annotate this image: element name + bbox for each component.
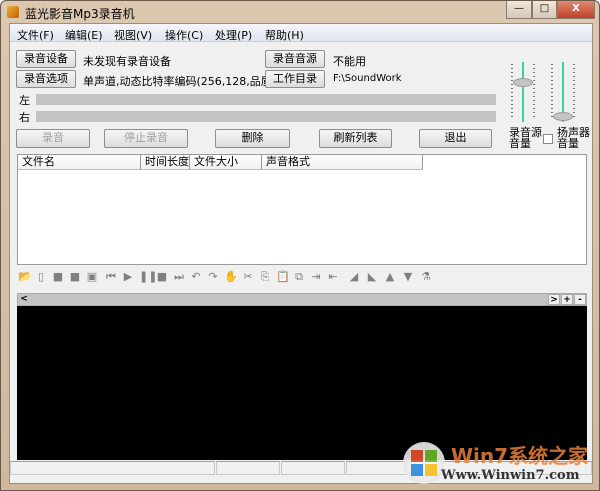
exit-button[interactable]: 退出 bbox=[419, 129, 492, 148]
status-panel bbox=[216, 461, 280, 475]
menu-help[interactable]: 帮助(H) bbox=[265, 27, 304, 43]
volume-down-icon[interactable]: ▼ bbox=[402, 271, 414, 283]
title-bar: 蓝光影音Mp3录音机 — □ X bbox=[1, 1, 599, 23]
export-icon[interactable]: ▣ bbox=[86, 271, 98, 283]
label-line: 音量 bbox=[557, 137, 579, 150]
speaker-volume-label: 扬声器 音量 bbox=[557, 127, 590, 149]
status-panel bbox=[281, 461, 345, 475]
volume-up-icon[interactable]: ▲ bbox=[384, 271, 396, 283]
device-status: 未发现有录音设备 bbox=[83, 55, 171, 68]
waveform-view[interactable] bbox=[17, 306, 587, 460]
column-header-filename[interactable]: 文件名 bbox=[18, 155, 141, 170]
work-dir-path: F:\SoundWork bbox=[333, 73, 402, 84]
paste-icon[interactable]: 📋 bbox=[276, 271, 290, 283]
source-volume-slider[interactable] bbox=[508, 62, 538, 124]
record-device-button[interactable]: 录音设备 bbox=[16, 50, 76, 68]
copy-icon[interactable]: ⎘ bbox=[259, 271, 271, 283]
zoom-out-button[interactable]: - bbox=[574, 294, 586, 305]
column-header-size[interactable]: 文件大小 bbox=[190, 155, 262, 170]
watermark-title: Win7系统之家 bbox=[451, 444, 589, 468]
work-dir-button[interactable]: 工作目录 bbox=[265, 70, 325, 88]
slider-ticks bbox=[511, 64, 513, 120]
file-list[interactable]: 文件名 时间长度 文件大小 声音格式 bbox=[17, 154, 587, 265]
record-button[interactable]: 录音 bbox=[16, 129, 90, 148]
right-channel-label: 右 bbox=[19, 111, 30, 124]
speaker-volume-slider[interactable] bbox=[548, 62, 578, 124]
left-channel-label: 左 bbox=[19, 94, 30, 107]
speaker-checkbox[interactable] bbox=[543, 134, 553, 144]
right-level-meter bbox=[36, 111, 496, 122]
menu-operate[interactable]: 操作(C) bbox=[165, 27, 203, 43]
scroll-right-button[interactable]: > bbox=[548, 294, 560, 305]
redo-icon[interactable]: ↷ bbox=[207, 271, 219, 283]
refresh-list-button[interactable]: 刷新列表 bbox=[319, 129, 392, 148]
delete-button[interactable]: 删除 bbox=[215, 129, 290, 148]
record-source-button[interactable]: 录音音源 bbox=[265, 50, 325, 68]
close-button[interactable]: X bbox=[557, 1, 595, 19]
window-title: 蓝光影音Mp3录音机 bbox=[25, 7, 135, 21]
cut-icon[interactable]: ✂ bbox=[242, 271, 254, 283]
stop-record-button[interactable]: 停止录音 bbox=[104, 129, 188, 148]
source-status: 不能用 bbox=[333, 55, 366, 68]
slider-track bbox=[522, 62, 524, 122]
trim-icon[interactable]: ⇥ bbox=[310, 271, 322, 283]
skip-end-icon[interactable]: ⏭ bbox=[173, 271, 185, 283]
menu-file[interactable]: 文件(F) bbox=[17, 27, 54, 43]
effect-icon[interactable]: ⚗ bbox=[420, 271, 432, 283]
watermark: Win7系统之家 Www.Winwin7.com bbox=[403, 438, 593, 488]
save-icon[interactable]: ■ bbox=[52, 271, 64, 283]
slider-thumb[interactable] bbox=[553, 112, 573, 122]
zoom-in-button[interactable]: + bbox=[561, 294, 573, 305]
menu-edit[interactable]: 编辑(E) bbox=[65, 27, 103, 43]
horizontal-scrollbar[interactable]: < > + - bbox=[17, 293, 587, 306]
app-window: 蓝光影音Mp3录音机 — □ X 文件(F) 编辑(E) 视图(V) 操作(C)… bbox=[0, 0, 600, 491]
label-line: 音量 bbox=[509, 137, 531, 150]
slider-ticks bbox=[533, 64, 535, 120]
menu-view[interactable]: 视图(V) bbox=[114, 27, 152, 43]
source-volume-label: 录音源 音量 bbox=[509, 127, 542, 149]
slider-ticks bbox=[551, 64, 553, 120]
column-header-duration[interactable]: 时间长度 bbox=[141, 155, 190, 170]
stop-icon[interactable]: ■ bbox=[156, 271, 168, 283]
play-icon[interactable]: ▶ bbox=[122, 271, 134, 283]
windows-logo bbox=[403, 442, 445, 484]
mix-icon[interactable]: ⧉ bbox=[293, 271, 305, 283]
client-area: 文件(F) 编辑(E) 视图(V) 操作(C) 处理(P) 帮助(H) 录音设备… bbox=[9, 23, 593, 484]
edit-toolbar: 📂 ▯ ■ ■ ▣ ⏮ ▶ ❚❚ ■ ⏭ ↶ ↷ ✋ ✂ ⎘ 📋 ⧉ ⇥ ⇤ ◢ ◣ ▲ ▼ ⚗ bbox=[18, 268, 488, 286]
menu-process[interactable]: 处理(P) bbox=[215, 27, 252, 43]
pause-icon[interactable]: ❚❚ bbox=[139, 271, 157, 283]
status-panel bbox=[10, 461, 215, 475]
left-level-meter bbox=[36, 94, 496, 105]
skip-start-icon[interactable]: ⏮ bbox=[105, 271, 117, 283]
undo-icon[interactable]: ↶ bbox=[190, 271, 202, 283]
slider-thumb[interactable] bbox=[513, 77, 533, 87]
fade-in-icon[interactable]: ◢ bbox=[348, 271, 360, 283]
hand-icon[interactable]: ✋ bbox=[224, 271, 238, 283]
slider-ticks bbox=[573, 64, 575, 120]
open-icon[interactable]: 📂 bbox=[18, 271, 32, 283]
maximize-button[interactable]: □ bbox=[532, 1, 557, 19]
minimize-button[interactable]: — bbox=[506, 1, 532, 19]
menu-bar: 文件(F) 编辑(E) 视图(V) 操作(C) 处理(P) 帮助(H) bbox=[10, 24, 592, 42]
expand-icon[interactable]: ⇤ bbox=[327, 271, 339, 283]
new-icon[interactable]: ▯ bbox=[35, 271, 47, 283]
watermark-url: Www.Winwin7.com bbox=[441, 468, 580, 483]
options-status: 单声道,动态比特率编码(256,128,品质5) bbox=[83, 75, 284, 88]
app-icon bbox=[7, 6, 19, 18]
scroll-left-button[interactable]: < bbox=[18, 294, 30, 305]
fade-out-icon[interactable]: ◣ bbox=[366, 271, 378, 283]
save-as-icon[interactable]: ■ bbox=[69, 271, 81, 283]
column-header-format[interactable]: 声音格式 bbox=[262, 155, 423, 170]
record-options-button[interactable]: 录音选项 bbox=[16, 70, 76, 88]
